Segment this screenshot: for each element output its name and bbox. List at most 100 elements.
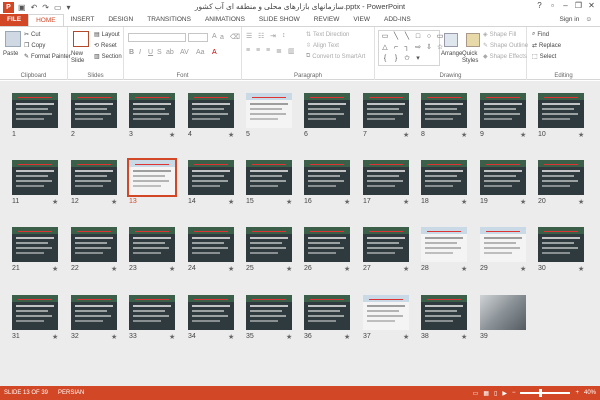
- quick-styles-button[interactable]: Quick Styles: [462, 51, 484, 65]
- line-shape-icon[interactable]: ╲: [391, 32, 401, 42]
- close-button[interactable]: ✕: [585, 0, 598, 12]
- zoom-percent[interactable]: 40%: [584, 390, 596, 396]
- customize-qat-icon[interactable]: ▾: [67, 3, 71, 12]
- minimize-button[interactable]: –: [559, 0, 572, 12]
- slide-thumbnail[interactable]: [538, 227, 584, 262]
- strikethrough-icon[interactable]: ab: [166, 49, 174, 56]
- format-painter-button[interactable]: ✎ Format Painter: [24, 53, 71, 61]
- animation-star-icon[interactable]: ★: [228, 333, 234, 341]
- brace-left-shape-icon[interactable]: {: [380, 54, 390, 64]
- slide-thumbnail[interactable]: [71, 295, 117, 330]
- animation-star-icon[interactable]: ★: [52, 265, 58, 273]
- animation-star-icon[interactable]: ★: [520, 198, 526, 206]
- slide-thumbnail[interactable]: [127, 158, 177, 197]
- slide-thumbnail[interactable]: [480, 227, 526, 262]
- paste-button[interactable]: Paste: [3, 51, 18, 57]
- shadow-icon[interactable]: S: [157, 49, 162, 56]
- change-case-icon[interactable]: Aa: [196, 49, 205, 56]
- slide-thumbnail[interactable]: [480, 295, 526, 330]
- animation-star-icon[interactable]: ★: [228, 131, 234, 139]
- align-text-button[interactable]: ⇳ Align Text: [306, 42, 339, 50]
- slide-thumbnail[interactable]: [480, 93, 526, 128]
- tab-slide-show[interactable]: SLIDE SHOW: [252, 14, 307, 26]
- slide-thumbnail[interactable]: [12, 295, 58, 330]
- convert-smartart-button[interactable]: ⧉ Convert to SmartArt: [306, 53, 365, 60]
- slide-thumbnail[interactable]: [188, 93, 234, 128]
- italic-icon[interactable]: I: [139, 49, 141, 56]
- slide-thumbnail[interactable]: [188, 160, 234, 195]
- layout-button[interactable]: ▤ Layout: [94, 31, 120, 39]
- zoom-slider-thumb[interactable]: [538, 389, 542, 397]
- rect-shape-icon[interactable]: □: [413, 32, 423, 42]
- spacing-icon[interactable]: AV: [180, 49, 189, 56]
- justify-icon[interactable]: ≣: [276, 47, 282, 55]
- align-center-icon[interactable]: ≡: [256, 47, 260, 54]
- arrange-button[interactable]: Arrange: [441, 51, 462, 57]
- more-shapes-icon[interactable]: ▾: [413, 54, 423, 64]
- quick-styles-icon[interactable]: [466, 33, 480, 47]
- select-button[interactable]: ⬚ Select: [532, 53, 556, 61]
- slide-thumbnail[interactable]: [538, 160, 584, 195]
- slide-thumbnail[interactable]: [421, 93, 467, 128]
- columns-icon[interactable]: ▥: [288, 47, 295, 55]
- animation-star-icon[interactable]: ★: [111, 265, 117, 273]
- slide-thumbnail[interactable]: [129, 227, 175, 262]
- tab-design[interactable]: DESIGN: [101, 14, 140, 26]
- new-slide-button[interactable]: New Slide: [71, 51, 93, 65]
- slide-thumbnail[interactable]: [71, 160, 117, 195]
- shrink-font-icon[interactable]: a: [220, 34, 224, 41]
- slide-thumbnail[interactable]: [129, 295, 175, 330]
- animation-star-icon[interactable]: ★: [403, 131, 409, 139]
- animation-star-icon[interactable]: ★: [111, 333, 117, 341]
- slide-thumbnail[interactable]: [304, 227, 350, 262]
- slideshow-view-icon[interactable]: ▶: [502, 390, 507, 397]
- slide-thumbnail[interactable]: [188, 295, 234, 330]
- animation-star-icon[interactable]: ★: [228, 198, 234, 206]
- restore-button[interactable]: ❐: [572, 0, 585, 12]
- bold-icon[interactable]: B: [129, 49, 134, 56]
- arrange-icon[interactable]: [444, 33, 458, 47]
- slide-thumbnail[interactable]: [12, 160, 58, 195]
- reading-view-icon[interactable]: ▯: [494, 390, 497, 397]
- animation-star-icon[interactable]: ★: [461, 265, 467, 273]
- slide-thumbnail[interactable]: [304, 160, 350, 195]
- animation-star-icon[interactable]: ★: [520, 265, 526, 273]
- bullets-icon[interactable]: ☰: [246, 32, 252, 40]
- line-spacing-icon[interactable]: ↕: [282, 32, 286, 39]
- shape-fill-button[interactable]: ◈ Shape Fill: [483, 31, 516, 39]
- slide-thumbnail[interactable]: [363, 227, 409, 262]
- arrow-down-shape-icon[interactable]: ⇩: [424, 43, 434, 53]
- star2-shape-icon[interactable]: ✩: [402, 54, 412, 64]
- signin-link[interactable]: Sign in: [559, 14, 579, 26]
- slide-thumbnail[interactable]: [71, 93, 117, 128]
- slide-thumbnail[interactable]: [246, 227, 292, 262]
- present-icon[interactable]: ▭: [54, 3, 62, 12]
- animation-star-icon[interactable]: ★: [286, 333, 292, 341]
- zoom-slider[interactable]: [520, 389, 571, 397]
- font-name-box[interactable]: [128, 33, 186, 42]
- animation-star-icon[interactable]: ★: [169, 265, 175, 273]
- tab-animations[interactable]: ANIMATIONS: [198, 14, 252, 26]
- slide-thumbnail[interactable]: [363, 93, 409, 128]
- numbering-icon[interactable]: ☷: [258, 32, 264, 40]
- zoom-in-button[interactable]: +: [575, 390, 579, 396]
- animation-star-icon[interactable]: ★: [461, 333, 467, 341]
- clear-format-icon[interactable]: ⌫: [230, 33, 240, 41]
- animation-star-icon[interactable]: ★: [169, 131, 175, 139]
- slide-thumbnail[interactable]: [71, 227, 117, 262]
- paste-icon[interactable]: [5, 31, 21, 47]
- slide-thumbnail[interactable]: [246, 295, 292, 330]
- animation-star-icon[interactable]: ★: [403, 265, 409, 273]
- font-size-box[interactable]: [188, 33, 208, 42]
- indent-icon[interactable]: ⇥: [270, 32, 276, 40]
- shape-effects-button[interactable]: ◆ Shape Effects: [483, 53, 527, 61]
- underline-icon[interactable]: U: [148, 49, 153, 56]
- redo-icon[interactable]: ↷: [42, 3, 49, 12]
- copy-button[interactable]: ❐ Copy: [24, 42, 45, 50]
- line2-shape-icon[interactable]: ╲: [402, 32, 412, 42]
- tab-view[interactable]: VIEW: [346, 14, 377, 26]
- language-indicator[interactable]: PERSIAN: [58, 390, 84, 396]
- align-left-icon[interactable]: ≡: [246, 47, 250, 54]
- powerpoint-app-icon[interactable]: P: [3, 1, 14, 13]
- undo-icon[interactable]: ↶: [31, 3, 38, 12]
